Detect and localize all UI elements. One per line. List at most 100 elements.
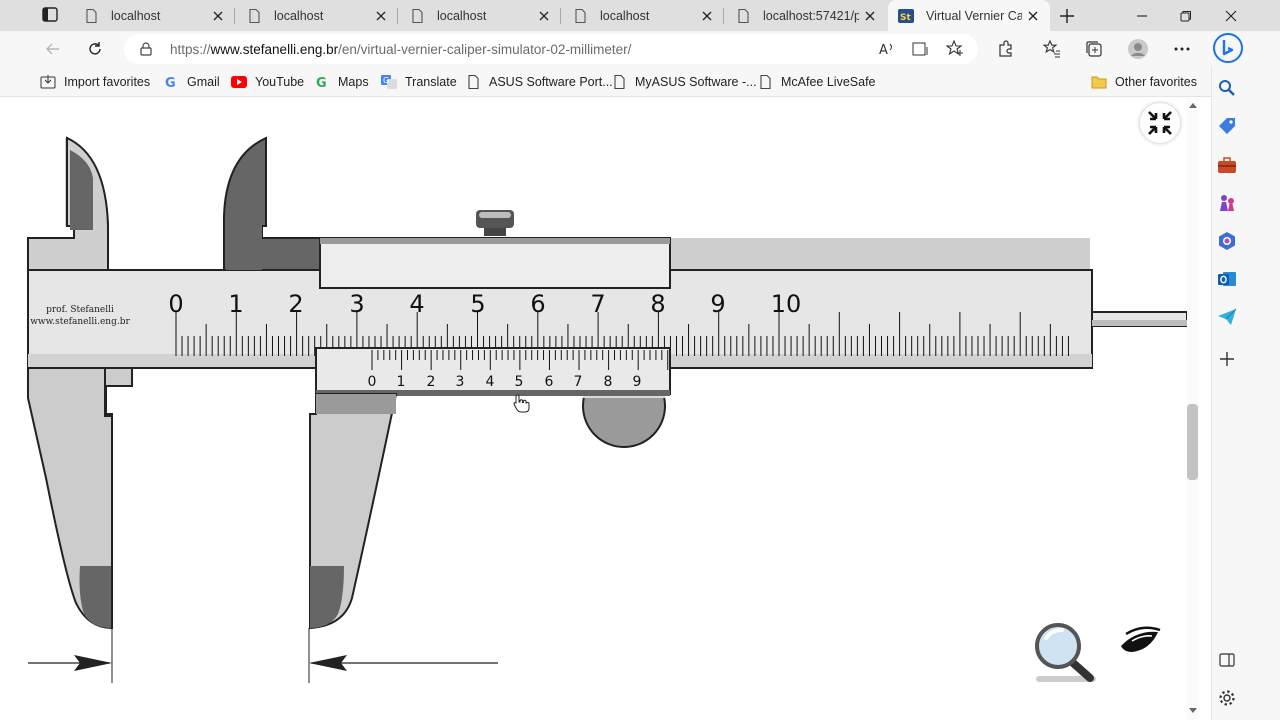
tab-active[interactable]: St Virtual Vernier Calip (888, 0, 1050, 31)
tab-actions-icon[interactable] (36, 4, 64, 26)
games-button[interactable] (1214, 190, 1240, 216)
tab-title: localhost (111, 8, 161, 23)
extensions-button[interactable] (991, 34, 1021, 64)
main-scale-label: 3 (349, 290, 364, 318)
favorite-mcafee[interactable]: McAfee LiveSafe (757, 72, 876, 92)
favorites-list-icon (1043, 40, 1060, 58)
tab-3[interactable]: localhost (399, 0, 561, 31)
tab-title: localhost (274, 8, 324, 23)
main-scale-label: 6 (530, 290, 545, 318)
favorite-asus-software[interactable]: ASUS Software Port... (465, 72, 613, 92)
svg-text:G: G (316, 76, 327, 90)
paper-plane-icon (1218, 308, 1237, 325)
magnifier-button[interactable] (1032, 620, 1098, 684)
url-text[interactable]: https://www.stefanelli.eng.br/en/virtual… (170, 42, 631, 57)
favorite-star-icon[interactable] (946, 40, 964, 58)
tab-1[interactable]: localhost (73, 0, 235, 31)
close-icon[interactable] (859, 5, 881, 27)
main-scale-label: 4 (409, 290, 424, 318)
page-icon (246, 8, 262, 24)
main-scale-label: 0 (168, 290, 183, 318)
tab-2[interactable]: localhost (236, 0, 398, 31)
svg-text:A: A (879, 43, 888, 57)
bing-copilot-button[interactable] (1212, 32, 1244, 64)
main-scale-label: 5 (470, 290, 485, 318)
minimize-icon (1137, 14, 1147, 17)
refresh-button[interactable] (80, 34, 110, 64)
scroll-up-icon (1189, 103, 1197, 108)
chess-piece-icon (1220, 195, 1234, 211)
minimize-button[interactable] (1120, 0, 1164, 31)
sidebar-panel-icon (1219, 653, 1235, 667)
new-tab-button[interactable] (1049, 0, 1085, 31)
google-icon: G (314, 74, 330, 90)
main-scale-label: 10 (771, 290, 802, 318)
sidebar-settings-button[interactable] (1214, 685, 1240, 711)
scroll-down-icon (1189, 708, 1197, 713)
favorite-myasus[interactable]: MyASUS Software -... (611, 72, 757, 92)
tools-button[interactable] (1214, 152, 1240, 178)
main-scale-label: 1 (228, 290, 243, 318)
close-window-button[interactable] (1209, 0, 1253, 31)
main-scale-label: 2 (288, 290, 303, 318)
hide-sidebar-button[interactable] (1214, 647, 1240, 673)
vernier-label: 7 (574, 374, 583, 390)
back-button[interactable] (38, 34, 68, 64)
more-icon (1174, 47, 1190, 51)
favorite-maps[interactable]: G Maps (314, 72, 369, 92)
microsoft365-icon (1219, 232, 1235, 250)
close-icon[interactable] (207, 5, 229, 27)
page-icon (572, 8, 588, 24)
close-icon[interactable] (1022, 5, 1044, 27)
measurement-arrows (28, 628, 498, 683)
favorite-import[interactable]: Import favorites (40, 72, 150, 92)
profile-button[interactable] (1123, 34, 1153, 64)
address-bar[interactable]: https://www.stefanelli.eng.br/en/virtual… (124, 34, 978, 64)
vernier-label: 5 (515, 374, 524, 390)
microsoft365-button[interactable] (1214, 228, 1240, 254)
search-icon (1219, 80, 1235, 96)
tab-4[interactable]: localhost (562, 0, 724, 31)
vernier-caliper-simulator[interactable]: 0 1 2 3 4 5 6 7 8 9 10 0 1 2 3 4 5 6 7 8… (0, 98, 1187, 720)
show-reading-button[interactable] (1118, 626, 1164, 658)
arrow-left-icon (46, 43, 59, 55)
close-icon[interactable] (696, 5, 718, 27)
restore-button[interactable] (1164, 0, 1208, 31)
lock-icon (140, 42, 152, 56)
other-favorites[interactable]: Other favorites (1091, 72, 1197, 92)
restore-icon (1180, 10, 1191, 21)
close-icon[interactable] (370, 5, 392, 27)
shopping-button[interactable] (1214, 113, 1240, 139)
search-button[interactable] (1214, 75, 1240, 101)
main-scale-label: 8 (650, 290, 665, 318)
send-button[interactable] (1214, 304, 1240, 330)
scrollbar-thumb[interactable] (1187, 404, 1198, 480)
close-icon[interactable] (533, 5, 555, 27)
author-credit: prof. Stefanelli www.stefanelli.eng.br (30, 305, 130, 327)
settings-menu-button[interactable] (1167, 34, 1197, 64)
vernier-label: 1 (397, 374, 406, 390)
site-logo-icon: St (898, 8, 914, 24)
read-aloud-icon[interactable]: A (878, 41, 896, 57)
collections-icon (1086, 41, 1102, 57)
vernier-label: 8 (604, 374, 613, 390)
exit-fullscreen-button[interactable] (1140, 103, 1180, 143)
vernier-label: 0 (368, 374, 377, 390)
outlook-button[interactable] (1214, 266, 1240, 292)
add-sidebar-app-button[interactable] (1214, 346, 1240, 372)
favorite-youtube[interactable]: YouTube (231, 72, 304, 92)
tab-5[interactable]: localhost:57421/pre (725, 0, 887, 31)
navigation-bar: https://www.stefanelli.eng.br/en/virtual… (0, 31, 1280, 67)
immersive-reader-icon[interactable] (912, 41, 930, 57)
svg-text:G: G (165, 76, 176, 90)
page-icon (611, 74, 627, 90)
page-icon (409, 8, 425, 24)
favorites-bar: Import favorites G Gmail YouTube G Maps … (0, 67, 1280, 97)
tab-title: localhost (600, 8, 650, 23)
favorites-button[interactable] (1037, 34, 1067, 64)
favorite-translate[interactable]: G Translate (381, 72, 457, 92)
collections-button[interactable] (1079, 34, 1109, 64)
lock-screw-icon[interactable] (476, 210, 514, 236)
favorite-gmail[interactable]: G Gmail (163, 72, 220, 92)
close-icon (1225, 10, 1237, 21)
